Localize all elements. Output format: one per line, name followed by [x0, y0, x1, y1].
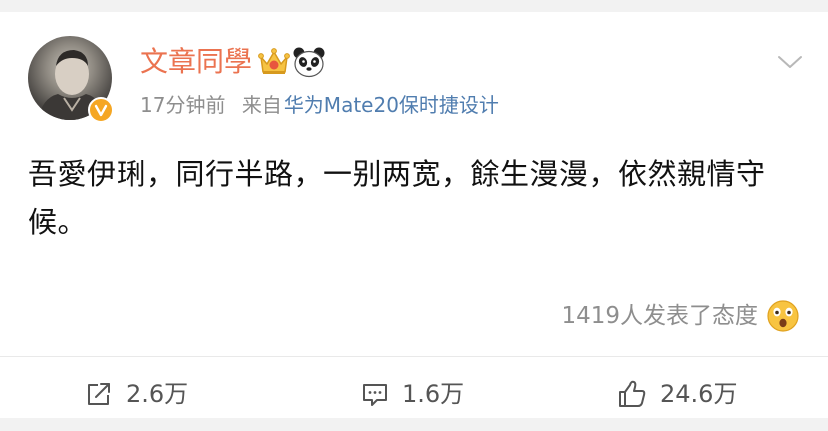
post-meta: 17分钟前 来自 华为Mate20保时捷设计	[140, 95, 499, 115]
reactions-count-text: 1419人发表了态度	[561, 302, 758, 329]
top-background-strip	[0, 0, 828, 12]
like-button[interactable]: 24.6万	[616, 374, 737, 414]
post-content: 吾愛伊琍，同行半路，一别两宽，餘生漫漫，依然親情守候。	[28, 157, 766, 239]
comment-icon	[363, 384, 387, 406]
thumbs-up-icon	[619, 380, 646, 407]
comment-count: 1.6万	[402, 380, 465, 408]
repost-button[interactable]: 2.6万	[84, 374, 188, 414]
like-count: 24.6万	[660, 380, 738, 408]
repost-icon	[88, 383, 110, 405]
verified-v-icon	[88, 97, 114, 123]
source-device-link[interactable]: 华为Mate20保时捷设计	[284, 93, 499, 117]
crown-icon[interactable]	[258, 47, 290, 77]
username-row: 文章同學	[140, 42, 326, 82]
reactions-summary[interactable]: 1419人发表了态度	[561, 296, 800, 336]
actions-divider	[0, 356, 828, 357]
bottom-background-strip	[0, 418, 828, 431]
post-time: 17分钟前	[140, 93, 226, 117]
shocked-face-icon	[767, 300, 799, 332]
username[interactable]: 文章同學	[140, 48, 252, 76]
chevron-down-icon[interactable]	[776, 52, 804, 72]
repost-count: 2.6万	[126, 380, 189, 408]
panda-icon[interactable]	[292, 46, 326, 78]
source-prefix: 来自	[241, 93, 282, 117]
weibo-post-card: 文章同學 17分钟前 来自 华为Mate20保时捷设计 吾愛伊琍，同行半路，一别两…	[0, 12, 828, 418]
comment-button[interactable]: 1.6万	[360, 374, 464, 414]
